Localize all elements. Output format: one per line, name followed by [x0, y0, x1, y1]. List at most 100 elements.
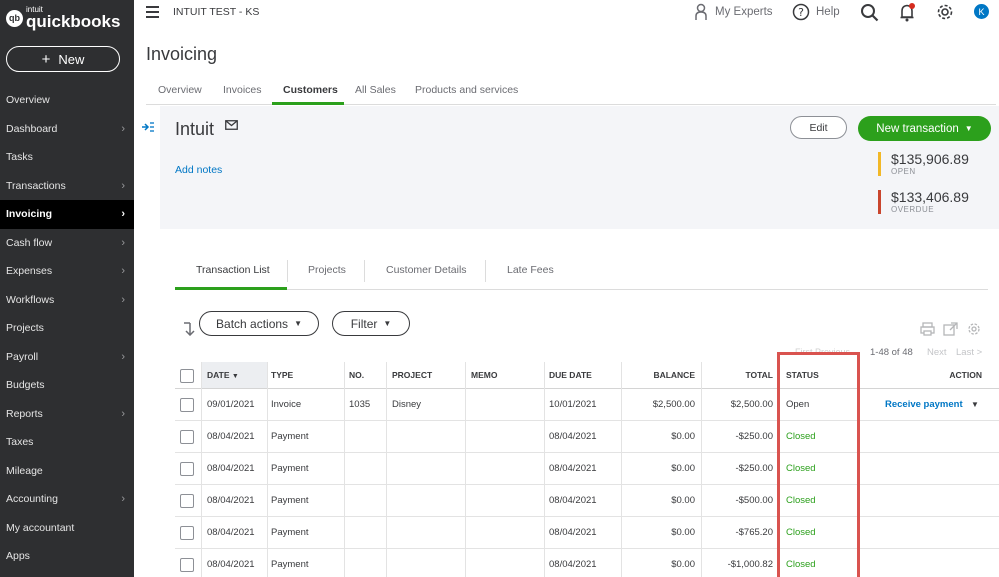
search-icon[interactable]: [860, 3, 879, 22]
notification-bell-icon[interactable]: [899, 2, 917, 22]
export-icon[interactable]: [943, 322, 958, 336]
sidebar-item-label: Apps: [6, 550, 30, 563]
add-notes-link[interactable]: Add notes: [175, 164, 222, 176]
project-cell: Disney: [392, 399, 422, 410]
no-cell: 1035: [349, 399, 371, 410]
row-checkbox[interactable]: [180, 398, 194, 412]
subtab-late-fees[interactable]: Late Fees: [507, 264, 554, 276]
new-button[interactable]: + New: [6, 46, 120, 72]
due-date-cell: 08/04/2021: [549, 559, 597, 570]
sidebar-item-expenses[interactable]: Expenses ›: [0, 257, 134, 286]
tab-overview[interactable]: Overview: [158, 84, 202, 96]
sidebar-item-apps[interactable]: Apps: [0, 542, 134, 571]
sidebar-item-cash-flow[interactable]: Cash flow ›: [0, 229, 134, 258]
total-cell: -$1,000.82: [727, 559, 773, 570]
person-icon: [695, 3, 707, 20]
chevron-right-icon: ›: [121, 265, 125, 278]
sort-icon[interactable]: [183, 322, 195, 336]
date-cell: 08/04/2021: [207, 495, 255, 506]
subtab-projects[interactable]: Projects: [308, 264, 346, 276]
sidebar-item-budgets[interactable]: Budgets: [0, 371, 134, 400]
pager-last[interactable]: Last >: [956, 347, 982, 358]
due-date-cell: 08/04/2021: [549, 431, 597, 442]
table-row[interactable]: 08/04/2021 Payment 08/04/2021 $0.00 -$250.00…: [175, 421, 999, 453]
total-column-header[interactable]: TOTAL: [701, 371, 773, 380]
user-avatar[interactable]: K: [974, 4, 989, 19]
sidebar-item-transactions[interactable]: Transactions ›: [0, 172, 134, 201]
tab-all-sales[interactable]: All Sales: [355, 84, 396, 96]
batch-actions-button[interactable]: Batch actions ▼: [199, 311, 319, 336]
new-transaction-button[interactable]: New transaction ▼: [858, 116, 991, 141]
total-cell: -$250.00: [735, 431, 773, 442]
row-checkbox[interactable]: [180, 558, 194, 572]
tab-customers[interactable]: Customers: [283, 84, 338, 96]
chevron-right-icon: ›: [121, 236, 125, 249]
action-dropdown-icon[interactable]: ▼: [971, 401, 979, 409]
sidebar-item-mileage[interactable]: Mileage: [0, 457, 134, 486]
sidebar-item-reports[interactable]: Reports ›: [0, 400, 134, 429]
sidebar-item-projects[interactable]: Projects: [0, 314, 134, 343]
table-row[interactable]: 08/04/2021 Payment 08/04/2021 $0.00 -$1,000.…: [175, 549, 999, 577]
row-checkbox[interactable]: [180, 494, 194, 508]
print-icon[interactable]: [920, 322, 935, 336]
sidebar-item-workflows[interactable]: Workflows ›: [0, 286, 134, 315]
company-name: INTUIT TEST - KS: [173, 6, 260, 18]
table-settings-icon[interactable]: [967, 322, 981, 336]
plus-icon: +: [41, 50, 51, 68]
balance-column-header[interactable]: BALANCE: [621, 371, 695, 380]
sidebar-item-label: Transactions: [6, 179, 66, 192]
date-column-header[interactable]: DATE ▼: [207, 371, 239, 380]
sidebar-item-payroll[interactable]: Payroll ›: [0, 343, 134, 372]
sidebar-item-tasks[interactable]: Tasks: [0, 143, 134, 172]
sidebar-item-taxes[interactable]: Taxes: [0, 428, 134, 457]
menu-icon[interactable]: [146, 6, 159, 21]
mail-icon[interactable]: [225, 120, 238, 130]
customer-name: Intuit: [175, 119, 215, 139]
customer-subtabs: Transaction List Projects Customer Detai…: [175, 260, 988, 290]
balance-cell: $0.00: [671, 495, 695, 506]
row-checkbox[interactable]: [180, 430, 194, 444]
gear-icon[interactable]: [935, 2, 955, 22]
filter-button[interactable]: Filter ▼: [332, 311, 410, 336]
row-checkbox[interactable]: [180, 526, 194, 540]
table-row[interactable]: 08/04/2021 Payment 08/04/2021 $0.00 -$250.00…: [175, 453, 999, 485]
chevron-right-icon: ›: [121, 293, 125, 306]
total-cell: -$250.00: [735, 463, 773, 474]
due-date-column-header[interactable]: DUE DATE: [549, 371, 592, 380]
table-row[interactable]: 08/04/2021 Payment 08/04/2021 $0.00 -$765.20…: [175, 517, 999, 549]
due-date-cell: 08/04/2021: [549, 463, 597, 474]
filter-label: Filter: [350, 316, 378, 331]
sidebar-item-invoicing[interactable]: Invoicing ›: [0, 200, 134, 229]
date-cell: 09/01/2021: [207, 399, 255, 410]
new-transaction-label: New transaction: [876, 122, 959, 135]
batch-actions-label: Batch actions: [216, 316, 289, 331]
sidebar-item-my-accountant[interactable]: My accountant: [0, 514, 134, 543]
tab-products-and-services[interactable]: Products and services: [415, 84, 518, 96]
my-experts-button[interactable]: My Experts: [694, 3, 773, 21]
pager-next[interactable]: Next: [927, 347, 947, 358]
sidebar-item-overview[interactable]: Overview: [0, 86, 134, 115]
receive-payment-link[interactable]: Receive payment: [885, 400, 963, 410]
table-row[interactable]: 08/04/2021 Payment 08/04/2021 $0.00 -$500.00…: [175, 485, 999, 517]
project-column-header[interactable]: PROJECT: [392, 371, 432, 380]
collapse-panel-icon[interactable]: [142, 121, 154, 133]
type-column-header[interactable]: TYPE: [271, 371, 293, 380]
table-row[interactable]: 09/01/2021 Invoice 1035 Disney 10/01/2021 $2,…: [175, 389, 999, 421]
quickbooks-logo[interactable]: qb intuit quickbooks: [6, 6, 120, 30]
sidebar-item-dashboard[interactable]: Dashboard ›: [0, 115, 134, 144]
sidebar-item-accounting[interactable]: Accounting ›: [0, 485, 134, 514]
tab-invoices[interactable]: Invoices: [223, 84, 262, 96]
select-all-checkbox[interactable]: [180, 369, 194, 383]
subtab-transaction-list[interactable]: Transaction List: [196, 264, 270, 276]
help-button[interactable]: ? Help: [792, 3, 840, 21]
edit-button[interactable]: Edit: [790, 116, 847, 139]
balance-cell: $0.00: [671, 527, 695, 538]
active-subtab-indicator: [175, 287, 287, 290]
no-column-header[interactable]: NO.: [349, 371, 364, 380]
memo-column-header[interactable]: MEMO: [471, 371, 497, 380]
type-cell: Invoice: [271, 399, 302, 410]
subtab-customer-details[interactable]: Customer Details: [386, 264, 467, 276]
sidebar-item-label: Reports: [6, 407, 43, 420]
sidebar-item-label: Dashboard: [6, 122, 58, 135]
row-checkbox[interactable]: [180, 462, 194, 476]
